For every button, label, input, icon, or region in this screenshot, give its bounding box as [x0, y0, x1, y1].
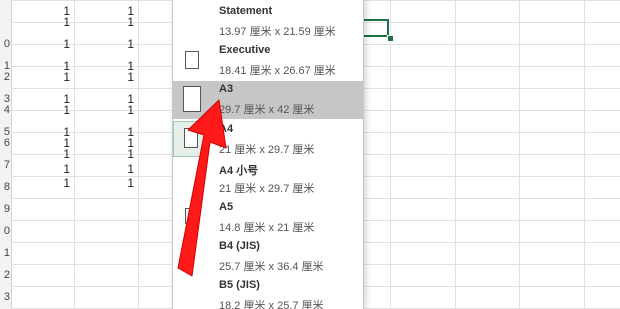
red-arrow-icon — [177, 99, 227, 277]
